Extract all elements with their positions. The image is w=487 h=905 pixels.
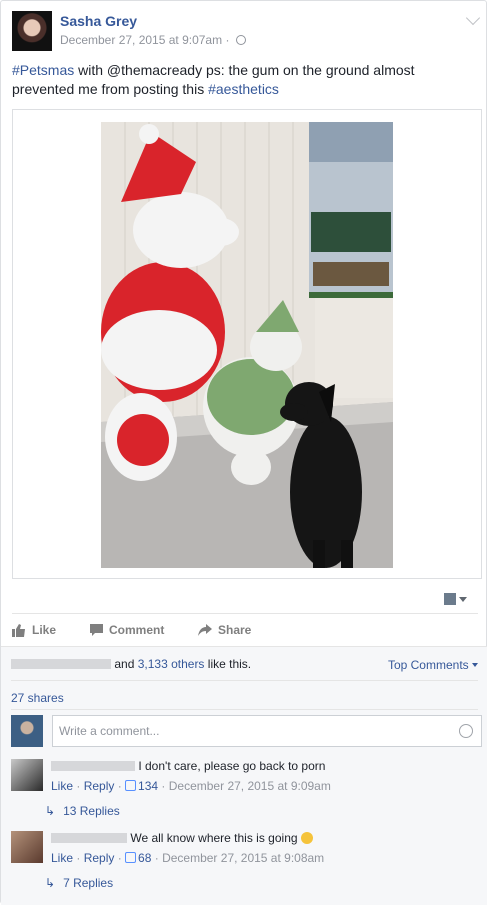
- emoji-icon[interactable]: [459, 724, 473, 738]
- thumbs-up-icon: [125, 852, 137, 863]
- redacted-names: [11, 659, 111, 669]
- share-label: Share: [218, 623, 252, 637]
- share-action[interactable]: Share: [198, 623, 251, 637]
- post-meta: December 27, 2015 at 9:07am ·: [60, 33, 246, 47]
- divider: [12, 613, 478, 614]
- reply-arrow-icon: ↳: [45, 876, 56, 890]
- caret-down-icon: [472, 663, 478, 667]
- commenter-avatar[interactable]: [11, 831, 43, 863]
- top-comments-dropdown[interactable]: Top Comments: [388, 658, 478, 672]
- post-header: Sasha Grey December 27, 2015 at 9:07am ·: [12, 10, 481, 51]
- post-text: #Petsmas with @themacready ps: the gum o…: [12, 61, 472, 99]
- comment-body: We all know where this is going: [130, 831, 298, 845]
- reaction-selector[interactable]: [444, 591, 470, 607]
- caret-down-icon: [459, 597, 467, 602]
- divider: [11, 709, 478, 710]
- comment-like-count[interactable]: 134: [138, 779, 158, 793]
- chevron-down-icon[interactable]: [465, 10, 481, 26]
- hashtag-aesthetics[interactable]: #aesthetics: [208, 81, 279, 97]
- emoji-icon: [300, 832, 313, 844]
- author-name[interactable]: Sasha Grey: [60, 13, 137, 29]
- redacted-name: [51, 833, 127, 843]
- comment-input[interactable]: [53, 716, 433, 746]
- comment-action[interactable]: Comment: [90, 623, 164, 637]
- viewer-avatar: [11, 715, 43, 747]
- redacted-name: [51, 761, 135, 771]
- comment-composer: [52, 715, 482, 747]
- reply-arrow-icon: ↳: [45, 804, 56, 818]
- top-comments-label: Top Comments: [387, 658, 469, 672]
- comment-text: We all know where this is going: [51, 831, 313, 845]
- shares-count[interactable]: 27 shares: [11, 691, 64, 705]
- comment-reply-link[interactable]: Reply: [84, 851, 115, 865]
- globe-icon: [235, 35, 246, 45]
- comment-meta: Like · Reply · 134 · December 27, 2015 a…: [51, 779, 331, 793]
- comment-like-link[interactable]: Like: [51, 779, 73, 793]
- thumbs-up-icon: [125, 780, 137, 791]
- author-avatar[interactable]: [12, 11, 52, 51]
- likes-end: like this.: [207, 657, 252, 671]
- comment-meta: Like · Reply · 68 · December 27, 2015 at…: [51, 851, 325, 865]
- comment-body: I don't care, please go back to porn: [138, 759, 326, 773]
- comment-time[interactable]: December 27, 2015 at 9:08am: [162, 851, 324, 865]
- likes-and: and: [114, 657, 135, 671]
- divider: [11, 680, 478, 681]
- replies-label: 13 Replies: [63, 804, 120, 818]
- view-replies-link[interactable]: ↳ 7 Replies: [45, 876, 113, 890]
- page-avatar-icon: [444, 593, 456, 605]
- comment-label: Comment: [109, 623, 165, 637]
- post-photo[interactable]: [101, 122, 393, 568]
- comment-text: I don't care, please go back to porn: [51, 759, 325, 773]
- likes-summary: and 3,133 others like this.: [11, 657, 251, 671]
- like-icon: [12, 623, 25, 637]
- comment-time[interactable]: December 27, 2015 at 9:09am: [169, 779, 331, 793]
- share-icon: [198, 624, 212, 636]
- view-replies-link[interactable]: ↳ 13 Replies: [45, 804, 120, 818]
- post-timestamp[interactable]: December 27, 2015 at 9:07am: [60, 33, 222, 47]
- like-action[interactable]: Like: [12, 623, 56, 637]
- like-label: Like: [32, 623, 57, 637]
- separator: ·: [225, 33, 233, 47]
- comment-icon: [90, 624, 103, 636]
- comment-like-count[interactable]: 68: [138, 851, 151, 865]
- others-link[interactable]: 3,133 others: [138, 657, 205, 671]
- comment-reply-link[interactable]: Reply: [84, 779, 115, 793]
- replies-label: 7 Replies: [63, 876, 114, 890]
- comment-like-link[interactable]: Like: [51, 851, 73, 865]
- facebook-post: Sasha Grey December 27, 2015 at 9:07am ·…: [0, 0, 487, 905]
- hashtag-petsmas[interactable]: #Petsmas: [12, 62, 74, 78]
- commenter-avatar[interactable]: [11, 759, 43, 791]
- post-photo-frame: [12, 109, 482, 579]
- post-actions: Like Comment Share: [12, 620, 478, 640]
- engagement-section: and 3,133 others like this. Top Comments…: [1, 646, 487, 905]
